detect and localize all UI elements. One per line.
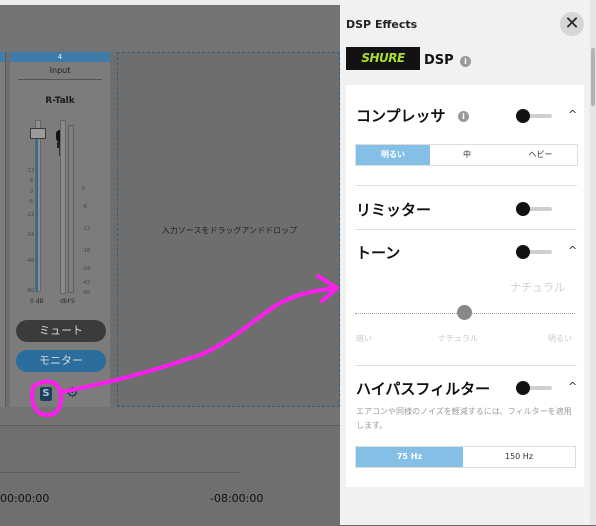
fader-scale-label: 6 bbox=[30, 178, 34, 184]
dsp-icon[interactable]: S bbox=[40, 387, 52, 401]
chevron-up-icon[interactable]: ^ bbox=[568, 108, 577, 121]
timeline bbox=[0, 425, 340, 526]
tone-label-bright: 明るい bbox=[548, 334, 572, 343]
fader-scale-label: 12 bbox=[28, 168, 35, 174]
elapsed-time: 00:00:00 bbox=[0, 492, 50, 505]
compressor-title: コンプレッサ bbox=[356, 107, 446, 125]
divider bbox=[355, 185, 577, 186]
highpass-option-150hz[interactable]: 150 Hz bbox=[463, 447, 575, 467]
chevron-up-icon[interactable]: ^ bbox=[568, 244, 577, 257]
info-icon[interactable]: i bbox=[458, 111, 469, 122]
fader-unit: 0 dB bbox=[30, 298, 44, 305]
drop-zone-text: 入力ソースをドラッグアンドドロップ bbox=[161, 226, 298, 235]
panel-title: DSP Effects bbox=[346, 18, 418, 31]
meter-unit: dbFS bbox=[60, 298, 75, 305]
close-icon[interactable]: ✕ bbox=[560, 12, 584, 36]
compressor-option-medium[interactable]: 中 bbox=[430, 145, 504, 165]
level-meter-secondary bbox=[68, 125, 74, 293]
level-meter bbox=[60, 120, 66, 294]
channel-header bbox=[0, 52, 5, 62]
meter-scale-label: -6 bbox=[82, 204, 87, 210]
scrollbar-thumb[interactable] bbox=[591, 48, 595, 106]
compressor-toggle[interactable] bbox=[516, 109, 530, 123]
meter-scale-label: -12 bbox=[82, 226, 91, 232]
fader-scale-label: 0 bbox=[30, 189, 34, 195]
highpass-description: エアコンや同様のノイズを軽減するには、フィルターを適用します。 bbox=[356, 407, 572, 430]
remaining-time: -08:00:00 bbox=[210, 492, 264, 505]
meter-scale-label: -18 bbox=[82, 248, 91, 254]
timeline-track bbox=[0, 472, 240, 473]
drop-zone[interactable]: 入力ソースをドラッグアンドドロップ bbox=[117, 52, 340, 407]
tone-title: トーン bbox=[356, 244, 401, 262]
dsp-label: DSP bbox=[424, 53, 454, 68]
meter-scale-label: -24 bbox=[82, 266, 91, 272]
fader-scale-label: -48 bbox=[26, 258, 35, 264]
compressor-preset-selector: 明るい 中 ヘビー bbox=[355, 144, 578, 166]
tone-current-value: ナチュラル bbox=[510, 281, 565, 294]
channel-type: Input bbox=[49, 66, 71, 75]
divider bbox=[355, 365, 577, 366]
highpass-option-75hz[interactable]: 75 Hz bbox=[356, 447, 463, 467]
meter-scale-label: 0 bbox=[82, 186, 86, 192]
fader-scale-label: -12 bbox=[26, 212, 35, 218]
meter-scale-label: -60 bbox=[82, 290, 91, 296]
volume-fader-handle[interactable] bbox=[30, 128, 46, 139]
chevron-up-icon[interactable]: ^ bbox=[568, 380, 577, 393]
tone-label-dark: 暗い bbox=[356, 334, 372, 343]
channel-name: R-Talk bbox=[45, 96, 75, 106]
mute-button[interactable]: ミュート bbox=[16, 320, 106, 342]
compressor-option-heavy[interactable]: ヘビー bbox=[504, 145, 577, 165]
top-strip bbox=[0, 0, 340, 5]
info-icon[interactable]: i bbox=[460, 56, 471, 67]
tone-slider-handle[interactable] bbox=[457, 305, 472, 320]
compressor-option-light[interactable]: 明るい bbox=[356, 145, 430, 165]
meter-scale-label: -42 bbox=[82, 280, 91, 286]
channel-strip-previous[interactable] bbox=[0, 52, 6, 407]
highpass-title: ハイパスフィルター bbox=[356, 380, 491, 398]
fader-scale-label: -60 bbox=[26, 288, 35, 294]
limiter-toggle[interactable] bbox=[516, 202, 530, 216]
gear-icon[interactable]: ⚙ bbox=[66, 386, 80, 400]
monitor-button[interactable]: モニター bbox=[16, 350, 106, 372]
shure-logo: SHURE bbox=[346, 47, 420, 70]
fader-scale-label: -24 bbox=[26, 232, 35, 238]
fader-scale-label: -6 bbox=[28, 199, 33, 205]
channel-number: 4 bbox=[10, 52, 110, 62]
volume-fader-fill bbox=[36, 134, 38, 292]
tone-label-natural: ナチュラル bbox=[438, 334, 478, 343]
limiter-title: リミッター bbox=[356, 201, 432, 219]
divider bbox=[18, 79, 102, 80]
highpass-toggle[interactable] bbox=[516, 381, 530, 395]
divider bbox=[355, 229, 577, 230]
tone-toggle[interactable] bbox=[516, 245, 530, 259]
highpass-frequency-selector: 75 Hz 150 Hz bbox=[355, 446, 576, 468]
